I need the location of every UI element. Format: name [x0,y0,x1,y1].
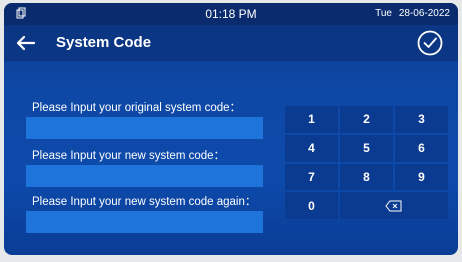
key-0[interactable]: 0 [285,192,338,219]
confirm-code-input[interactable] [26,211,263,233]
confirm-code-label: Please Input your new system code again： [32,196,257,208]
original-code-label: Please Input your original system code： [32,102,242,114]
key-9[interactable]: 9 [395,163,448,191]
checkmark-circle-icon [417,30,443,56]
key-8[interactable]: 8 [340,163,393,191]
back-button[interactable] [14,33,38,53]
status-bar: 01:18 PM Tue 28-06-2022 [4,3,458,25]
key-6[interactable]: 6 [395,134,448,162]
status-date: 28-06-2022 [398,8,450,19]
backspace-key[interactable] [340,192,448,219]
device-screen: 01:18 PM Tue 28-06-2022 System Code Plea… [4,3,458,255]
key-3[interactable]: 3 [395,106,448,133]
new-code-label: Please Input your new system code： [32,150,226,162]
page-title: System Code [56,34,152,51]
back-arrow-icon [16,35,36,51]
status-day: Tue [375,8,392,19]
backspace-icon [385,200,402,212]
key-5[interactable]: 5 [340,134,393,162]
key-4[interactable]: 4 [285,134,338,162]
new-code-input[interactable] [26,165,263,187]
key-7[interactable]: 7 [285,163,338,191]
confirm-button[interactable] [416,29,444,57]
key-1[interactable]: 1 [285,106,338,133]
numeric-keypad: 1 2 3 4 5 6 7 8 9 0 [285,106,448,219]
title-bar: System Code [4,25,458,61]
original-code-input[interactable] [26,117,263,139]
key-2[interactable]: 2 [340,106,393,133]
